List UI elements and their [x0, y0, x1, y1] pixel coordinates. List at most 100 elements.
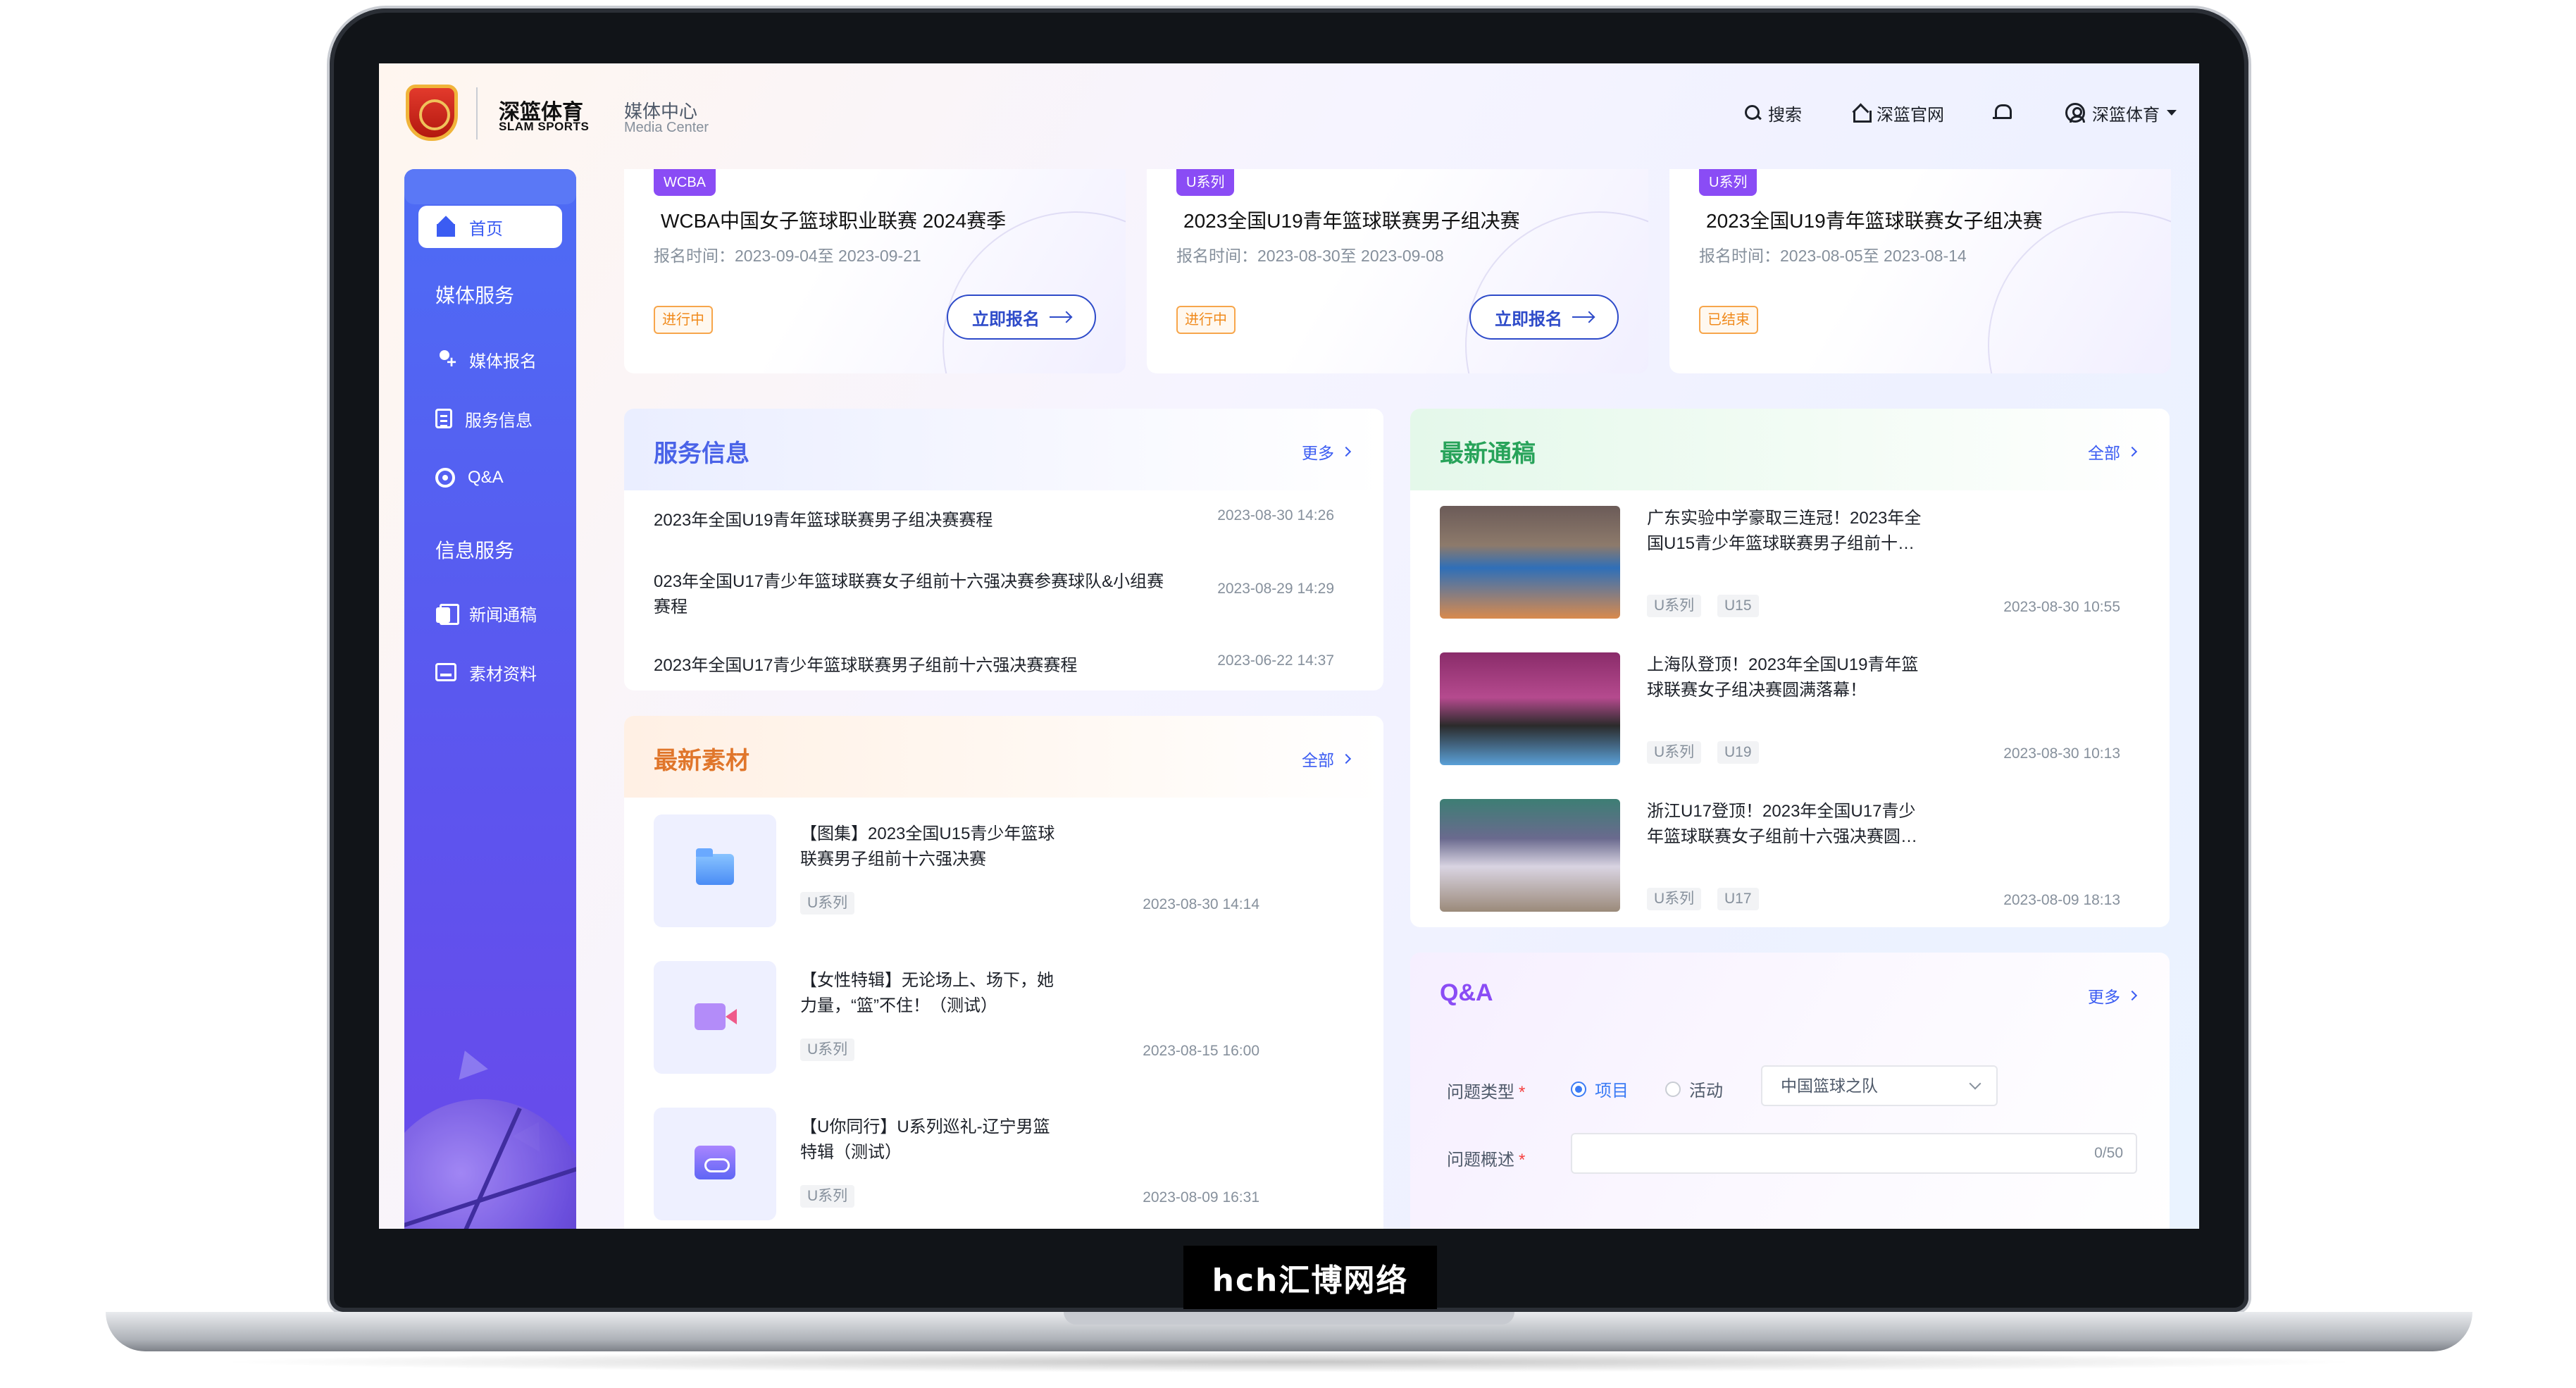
question-summary-label: 问题概述 * [1447, 1151, 1526, 1170]
news-thumbnail[interactable] [1440, 652, 1620, 765]
event-time: 报名时间：2023-09-04至 2023-09-21 [654, 247, 921, 265]
material-thumbnail[interactable] [654, 1108, 776, 1220]
event-time: 报名时间：2023-08-05至 2023-08-14 [1699, 247, 1967, 265]
sidebar-item-label: 素材资料 [469, 664, 537, 684]
news-title[interactable]: 浙江U17登顶！2023年全国U17青少 年篮球联赛女子组前十六强决赛圆… [1647, 799, 1943, 850]
radio-unchecked-icon [1665, 1081, 1681, 1097]
sidebar-item-label: 服务信息 [465, 411, 533, 430]
news-title-line1: 浙江U17登顶！2023年全国U17青少 [1647, 802, 1916, 821]
news-title-line1: 上海队登顶！2023年全国U19青年篮 [1647, 655, 1919, 674]
event-time: 报名时间：2023-08-30至 2023-09-08 [1176, 247, 1444, 265]
laptop-shadow [211, 1351, 2367, 1372]
sidebar: 首页 媒体服务 媒体报名 服务信息 Q&A 信息服务 新闻通稿 素材资料 [404, 169, 576, 1229]
material-date: 2023-08-15 16:00 [1143, 1043, 1259, 1059]
panel-header: 服务信息 更多 [624, 409, 1383, 490]
folder-icon [696, 848, 734, 885]
panel-title: 最新素材 [654, 748, 749, 774]
sidebar-item-service-info[interactable]: 服务信息 [418, 397, 562, 440]
material-title-line1: 【女性特辑】无论场上、场下，她 [800, 971, 1054, 990]
question-summary-input[interactable]: 0/50 [1571, 1133, 2137, 1174]
search-icon [1744, 104, 1761, 121]
qa-panel: Q&A 更多 问题类型 * 项目 活动 中国篮球之队 问题概述 * 0/50 [1410, 953, 2170, 1229]
sidebar-item-home[interactable]: 首页 [418, 206, 562, 248]
team-select[interactable]: 中国篮球之队 [1761, 1065, 1998, 1106]
event-card[interactable]: WCBA WCBA中国女子篮球职业联赛 2024赛季 报名时间：2023-09-… [624, 169, 1126, 373]
tag-chip: U系列 [800, 892, 855, 915]
item-date: 2023-08-29 14:29 [1217, 581, 1334, 597]
app-screen: 深篮体育 SLAM SPORTS 媒体中心 Media Center 搜索 深篮… [379, 63, 2199, 1229]
register-button[interactable]: 立即报名 [947, 295, 1096, 340]
material-title-line1: 【U你同行】U系列巡礼-辽宁男篮 [800, 1117, 1050, 1136]
search-button[interactable]: 搜索 [1744, 100, 1802, 125]
news-date: 2023-08-30 10:55 [2003, 599, 2120, 615]
more-link[interactable]: 更多 [1302, 440, 1352, 464]
material-title[interactable]: 【图集】2023全国U15青少年篮球 联赛男子组前十六强决赛 [800, 822, 1096, 872]
list-item[interactable]: 023年全国U17青少年篮球联赛女子组前十六强决赛参赛球队&小组赛 赛程 [654, 569, 1203, 620]
materials-panel: 最新素材 全部 【图集】2023全国U15青少年篮球 联赛男子组前十六强决赛 U系… [624, 716, 1383, 1229]
news-date: 2023-08-30 10:13 [2003, 745, 2120, 762]
material-thumbnail[interactable] [654, 814, 776, 927]
decor-court-line [1465, 211, 1648, 373]
radio-checked-icon [1571, 1081, 1586, 1097]
cloud-folder-icon [695, 1146, 735, 1179]
official-site-link[interactable]: 深篮官网 [1851, 100, 1944, 125]
user-menu[interactable]: 深篮体育 [2065, 100, 2177, 125]
radio-project[interactable]: 项目 [1571, 1077, 1629, 1101]
panel-title: 最新通稿 [1440, 440, 1536, 467]
news-title-line1: 广东实验中学豪取三连冠！2023年全 [1647, 509, 1922, 528]
sidebar-item-press-release[interactable]: 新闻通稿 [418, 592, 562, 634]
event-tag: WCBA [654, 169, 716, 196]
search-label: 搜索 [1768, 105, 1802, 125]
service-info-panel: 服务信息 更多 2023年全国U19青年篮球联赛男子组决赛赛程 2023-08-… [624, 409, 1383, 690]
news-title[interactable]: 上海队登顶！2023年全国U19青年篮 球联赛女子组决赛圆满落幕！ [1647, 652, 1943, 703]
panel-title: 服务信息 [654, 440, 749, 467]
event-title: 2023全国U19青年篮球联赛女子组决赛 [1706, 210, 2043, 232]
register-button[interactable]: 立即报名 [1469, 295, 1619, 340]
material-title[interactable]: 【女性特辑】无论场上、场下，她 力量，“篮”不住！（测试） [800, 968, 1096, 1019]
event-card[interactable]: U系列 2023全国U19青年篮球联赛男子组决赛 报名时间：2023-08-30… [1147, 169, 1648, 373]
laptop-notch [1064, 1312, 1514, 1325]
sidebar-item-label: 新闻通稿 [469, 605, 537, 625]
arrow-right-icon [1572, 316, 1593, 318]
material-title-line2: 特辑（测试） [800, 1143, 902, 1162]
sidebar-item-label: Q&A [468, 468, 504, 487]
radio-activity[interactable]: 活动 [1665, 1077, 1723, 1101]
chevron-right-icon [2127, 446, 2138, 457]
top-bar: 深篮体育 SLAM SPORTS 媒体中心 Media Center 搜索 深篮… [379, 63, 2199, 169]
sidebar-item-label: 首页 [469, 219, 503, 239]
news-thumbnail[interactable] [1440, 799, 1620, 912]
more-link[interactable]: 全部 [1302, 747, 1352, 771]
inbox-icon [435, 663, 456, 681]
news-title-line2: 国U15青少年篮球联赛男子组前十… [1647, 534, 1915, 553]
notifications-button[interactable] [1992, 100, 2012, 125]
sidebar-item-media-registration[interactable]: 媒体报名 [418, 338, 562, 380]
panel-header: 最新素材 全部 [624, 716, 1383, 798]
brand-name-en: SLAM SPORTS [499, 120, 590, 133]
status-badge: 进行中 [1176, 306, 1236, 334]
bell-icon [1992, 103, 2012, 123]
more-link[interactable]: 全部 [2088, 440, 2138, 464]
event-card[interactable]: U系列 2023全国U19青年篮球联赛女子组决赛 报名时间：2023-08-05… [1669, 169, 2171, 373]
more-link[interactable]: 更多 [2088, 984, 2138, 1008]
decor-court-line [1988, 211, 2171, 373]
panel-header: 最新通稿 全部 [1410, 409, 2170, 490]
register-label: 立即报名 [1495, 309, 1562, 329]
user-icon [2065, 103, 2085, 123]
news-title[interactable]: 广东实验中学豪取三连冠！2023年全 国U15青少年篮球联赛男子组前十… [1647, 506, 1943, 557]
decor-court-line [942, 211, 1126, 373]
status-badge: 进行中 [654, 306, 713, 334]
sidebar-item-label: 媒体报名 [469, 352, 537, 371]
news-thumbnail[interactable] [1440, 506, 1620, 619]
material-title[interactable]: 【U你同行】U系列巡礼-辽宁男篮 特辑（测试） [800, 1115, 1096, 1165]
event-title: WCBA中国女子篮球职业联赛 2024赛季 [661, 210, 1007, 232]
sidebar-item-materials[interactable]: 素材资料 [418, 651, 562, 693]
event-tag: U系列 [1176, 169, 1235, 196]
tag-chip: U19 [1717, 741, 1759, 764]
material-thumbnail[interactable] [654, 961, 776, 1074]
material-title-line2: 联赛男子组前十六强决赛 [800, 850, 986, 869]
official-site-label: 深篮官网 [1877, 105, 1944, 125]
sidebar-item-qa[interactable]: Q&A [418, 457, 562, 499]
tag-chip: U系列 [800, 1185, 855, 1208]
add-user-icon [435, 349, 456, 371]
brand-logo[interactable] [406, 85, 458, 141]
